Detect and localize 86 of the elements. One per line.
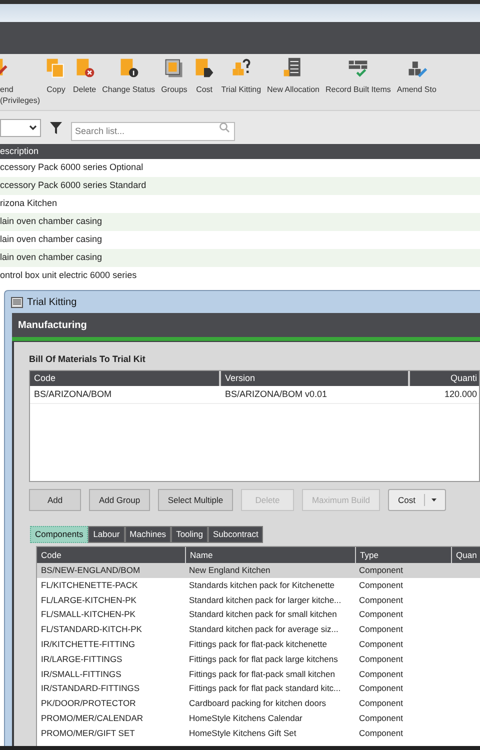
table-cell-text: IR/LARGE-FITTINGS	[40, 652, 124, 666]
window-title: Trial Kitting	[27, 296, 77, 310]
table-cell-text: Component	[358, 668, 404, 680]
table-cell-text: Fittings pack for flat pack standard kitc...	[188, 682, 342, 696]
panel-header: Manufacturing	[18, 318, 87, 332]
table-cell-text: FL/SMALL-KITCHEN-PK	[40, 608, 136, 622]
table-cell-text: Component	[358, 712, 404, 725]
table-cell-text: Component	[358, 623, 404, 636]
toolbar-button[interactable]: Copy	[42, 57, 70, 95]
table-cell-text: Component	[358, 564, 404, 577]
search-field[interactable]: Search list...	[71, 122, 235, 140]
table-cell-text: Component	[358, 594, 404, 606]
table-cell-text: BS/ARIZONA/BOM	[33, 388, 113, 401]
button: Maximum Build	[302, 489, 380, 511]
tab[interactable]: Machines	[124, 526, 172, 543]
toolbar-button[interactable]: Cost	[190, 57, 218, 95]
table-cell-text: Fittings pack for flat pack large kitchens	[188, 652, 339, 666]
toolbar-button[interactable]: Record Built Items	[322, 57, 394, 95]
price-tag-document-icon	[193, 57, 216, 79]
tab[interactable]: Components	[30, 526, 88, 543]
chevron-down-icon	[29, 124, 37, 130]
table-cell-text: 120.000	[443, 388, 478, 401]
split-button[interactable]: Cost	[388, 489, 446, 511]
table-cell-text: PROMO/MER/GIFT SET	[40, 726, 136, 740]
table-cell-text: HomeStyle Kitchens Calendar	[188, 712, 304, 725]
table-cell-text: HomeStyle Kitchens Gift Set	[188, 726, 298, 740]
caret-icon	[430, 497, 438, 503]
table-cell-text: Component	[358, 652, 404, 666]
section-title: Bill Of Materials To Trial Kit	[29, 352, 146, 366]
toolbar-button[interactable]: New Allocation	[264, 57, 322, 95]
table-cell-text: Standard kitchen pack for larger kitche...	[188, 594, 342, 606]
table-row[interactable]: BS/NEW-ENGLAND/BOM New England Kitchen Component	[37, 563, 480, 578]
table-cell-text: Component	[358, 697, 404, 710]
table-cell-text: IR/KITCHETTE-FITTING	[40, 638, 136, 651]
table-cell-text: Component	[358, 638, 404, 651]
table-cell-text: BS/NEW-ENGLAND/BOM	[40, 564, 142, 577]
table-cell-text: Fittings pack for flat-pack small kitchen	[188, 668, 336, 680]
tab[interactable]: Labour	[88, 526, 125, 543]
tab[interactable]: Tooling	[171, 526, 208, 543]
table-cell-text: IR/SMALL-FITTINGS	[40, 668, 122, 680]
table-cell-text: rizona Kitchen	[0, 197, 58, 210]
table-cell-text: Component	[358, 578, 404, 592]
toolbar-button[interactable]: Trial Kitting	[218, 57, 264, 95]
table-cell-text: Fittings pack for flat-pack kitchenette	[188, 638, 328, 651]
table-cell-text: FL/KITCHENETTE-PACK	[40, 578, 139, 592]
table-cell-text: Standards kitchen pack for Kitchenette	[188, 578, 336, 592]
table-cell-text: IR/STANDARD-FITTINGS	[40, 682, 141, 696]
column-header[interactable]: escription	[0, 144, 39, 158]
table-cell-text: FL/STANDARD-KITCH-PK	[40, 623, 143, 636]
column-header[interactable]: Code	[30, 371, 218, 386]
table-cell-text: Component	[358, 608, 404, 622]
table-cell-text: Component	[358, 682, 404, 696]
table-cell-text: FL/LARGE-KITCHEN-PK	[40, 594, 138, 606]
table-cell-text: Component	[358, 726, 404, 740]
window-icon	[11, 296, 23, 308]
toolbar-button[interactable]: Delete	[70, 57, 100, 95]
stacked-documents-icon	[163, 57, 186, 79]
table-cell-text: PK/DOOR/PROTECTOR	[40, 697, 137, 710]
table-cell-text: ccessory Pack 6000 series Standard	[0, 179, 146, 192]
button[interactable]: Add Group	[89, 489, 150, 511]
table-cell-text: BS/ARIZONA/BOM v0.01	[224, 388, 328, 401]
button[interactable]: Select Multiple	[158, 489, 233, 511]
table-cell-text: New England Kitchen	[188, 564, 272, 577]
toolbar-button[interactable]: Groups	[158, 57, 190, 95]
toolbar-button[interactable]: Amend Sto	[394, 57, 440, 95]
toolbar-button[interactable]: end (Privileges)	[0, 57, 42, 106]
filter-dropdown[interactable]	[0, 118, 41, 136]
filter-icon[interactable]	[49, 120, 63, 134]
search-icon	[219, 122, 230, 133]
table-cell-text: lain oven chamber casing	[0, 215, 102, 228]
table-cell-text: lain oven chamber casing	[0, 251, 102, 264]
tab[interactable]: Subcontract	[208, 526, 264, 543]
table-cell-text: Standard kitchen pack for average siz...	[188, 623, 340, 636]
button[interactable]: Add	[29, 489, 81, 511]
button: Delete	[241, 489, 294, 511]
table-cell-text: lain oven chamber casing	[0, 233, 102, 246]
column-header[interactable]: Code	[37, 547, 185, 563]
table-cell-text: ontrol box unit electric 6000 series	[0, 269, 137, 282]
table-cell-text: Cardboard packing for kitchen doors	[188, 697, 328, 710]
column-header[interactable]: Quanti	[408, 371, 479, 386]
copy-document-icon	[45, 57, 67, 79]
table-cell-text: PROMO/MER/CALENDAR	[40, 712, 144, 725]
table-cell-text: Standard kitchen pack for small kitchen	[188, 608, 338, 622]
toolbar-button[interactable]: Change Status	[99, 57, 158, 95]
table-cell-text: ccessory Pack 6000 series Optional	[0, 161, 144, 174]
column-header[interactable]: Version	[219, 371, 407, 386]
